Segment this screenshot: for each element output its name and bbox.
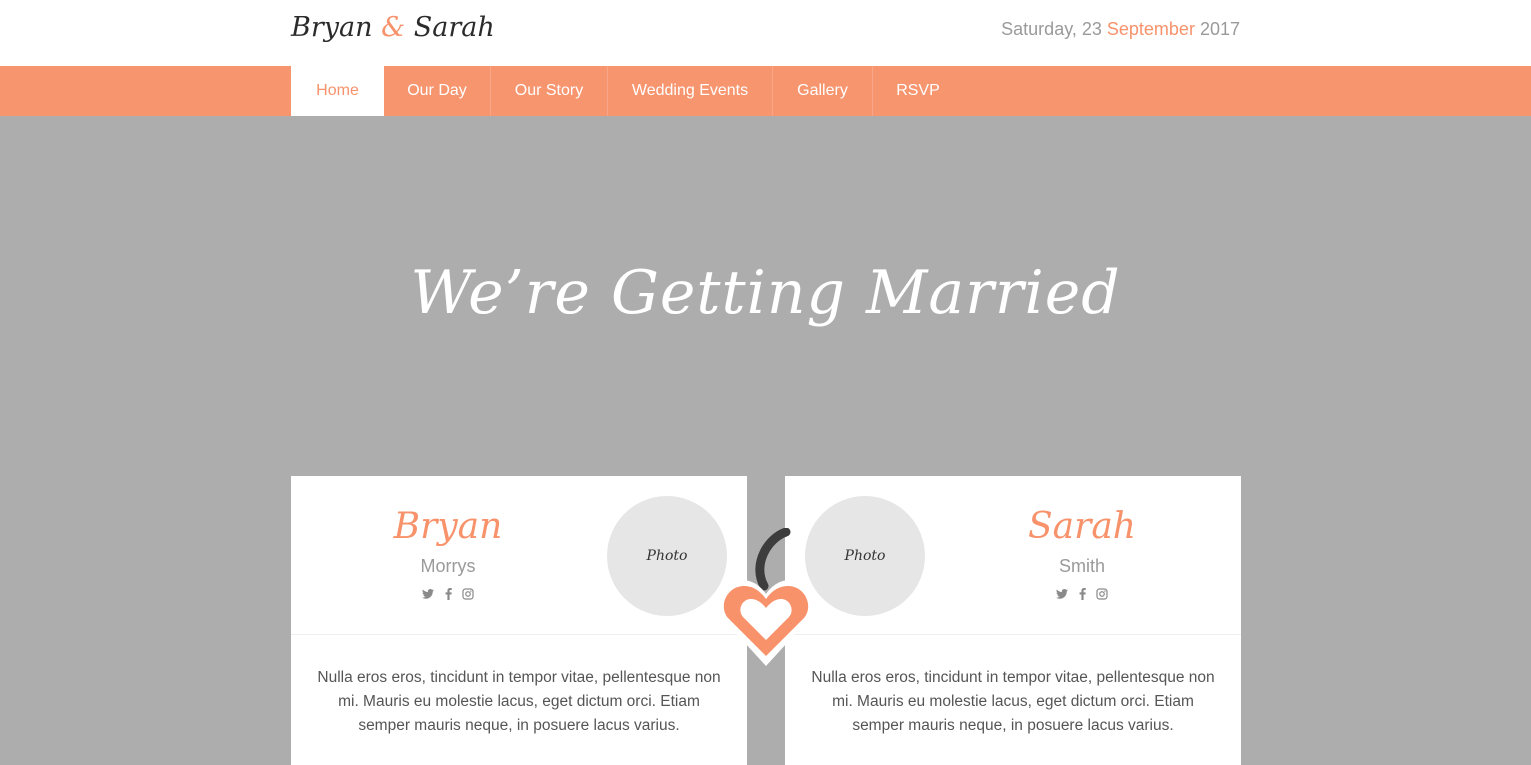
nav-item-home[interactable]: Home xyxy=(291,66,384,116)
groom-photo: Photo xyxy=(607,496,727,616)
logo-groom-name: Bryan xyxy=(291,12,373,43)
site-logo[interactable]: Bryan & Sarah xyxy=(291,12,495,43)
bride-card: Photo Sarah Smith Nulla eros eros, tinci… xyxy=(785,476,1241,765)
instagram-icon[interactable] xyxy=(1096,588,1108,603)
bride-social-links xyxy=(982,588,1182,603)
instagram-icon[interactable] xyxy=(462,588,474,603)
logo-ampersand: & xyxy=(381,12,406,43)
nav-item-gallery[interactable]: Gallery xyxy=(773,66,873,116)
groom-bio: Nulla eros eros, tincidunt in tempor vit… xyxy=(317,669,721,734)
groom-photo-label: Photo xyxy=(646,548,688,564)
groom-card: Bryan Morrys Photo Nulla eros eros, tinc… xyxy=(291,476,747,765)
groom-last-name: Morrys xyxy=(420,556,476,576)
logo-bride-name: Sarah xyxy=(413,12,495,43)
twitter-icon[interactable] xyxy=(422,588,434,603)
heart-icon xyxy=(716,527,816,668)
nav-item-wedding-events[interactable]: Wedding Events xyxy=(608,66,773,116)
site-header: Bryan & Sarah Saturday, 23 September 201… xyxy=(0,0,1531,66)
nav-item-rsvp[interactable]: RSVP xyxy=(873,66,963,116)
bride-bio: Nulla eros eros, tincidunt in tempor vit… xyxy=(811,669,1215,734)
date-prefix: Saturday, 23 xyxy=(1001,19,1107,39)
main-nav: Home Our Day Our Story Wedding Events Ga… xyxy=(0,66,1531,116)
date-year: 2017 xyxy=(1194,19,1240,39)
card-divider xyxy=(291,634,747,635)
card-divider xyxy=(785,634,1241,635)
facebook-icon[interactable] xyxy=(442,588,454,603)
bride-first-name: Sarah xyxy=(1028,506,1136,547)
groom-first-name: Bryan xyxy=(393,506,503,547)
bride-photo: Photo xyxy=(805,496,925,616)
facebook-icon[interactable] xyxy=(1076,588,1088,603)
twitter-icon[interactable] xyxy=(1056,588,1068,603)
hero-title: We’re Getting Married xyxy=(410,258,1121,328)
wedding-date: Saturday, 23 September 2017 xyxy=(1001,19,1240,40)
nav-item-our-day[interactable]: Our Day xyxy=(384,66,491,116)
groom-social-links xyxy=(348,588,548,603)
nav-item-our-story[interactable]: Our Story xyxy=(491,66,608,116)
date-month: September xyxy=(1106,19,1195,39)
bride-photo-label: Photo xyxy=(844,548,886,564)
bride-last-name: Smith xyxy=(1058,556,1105,576)
